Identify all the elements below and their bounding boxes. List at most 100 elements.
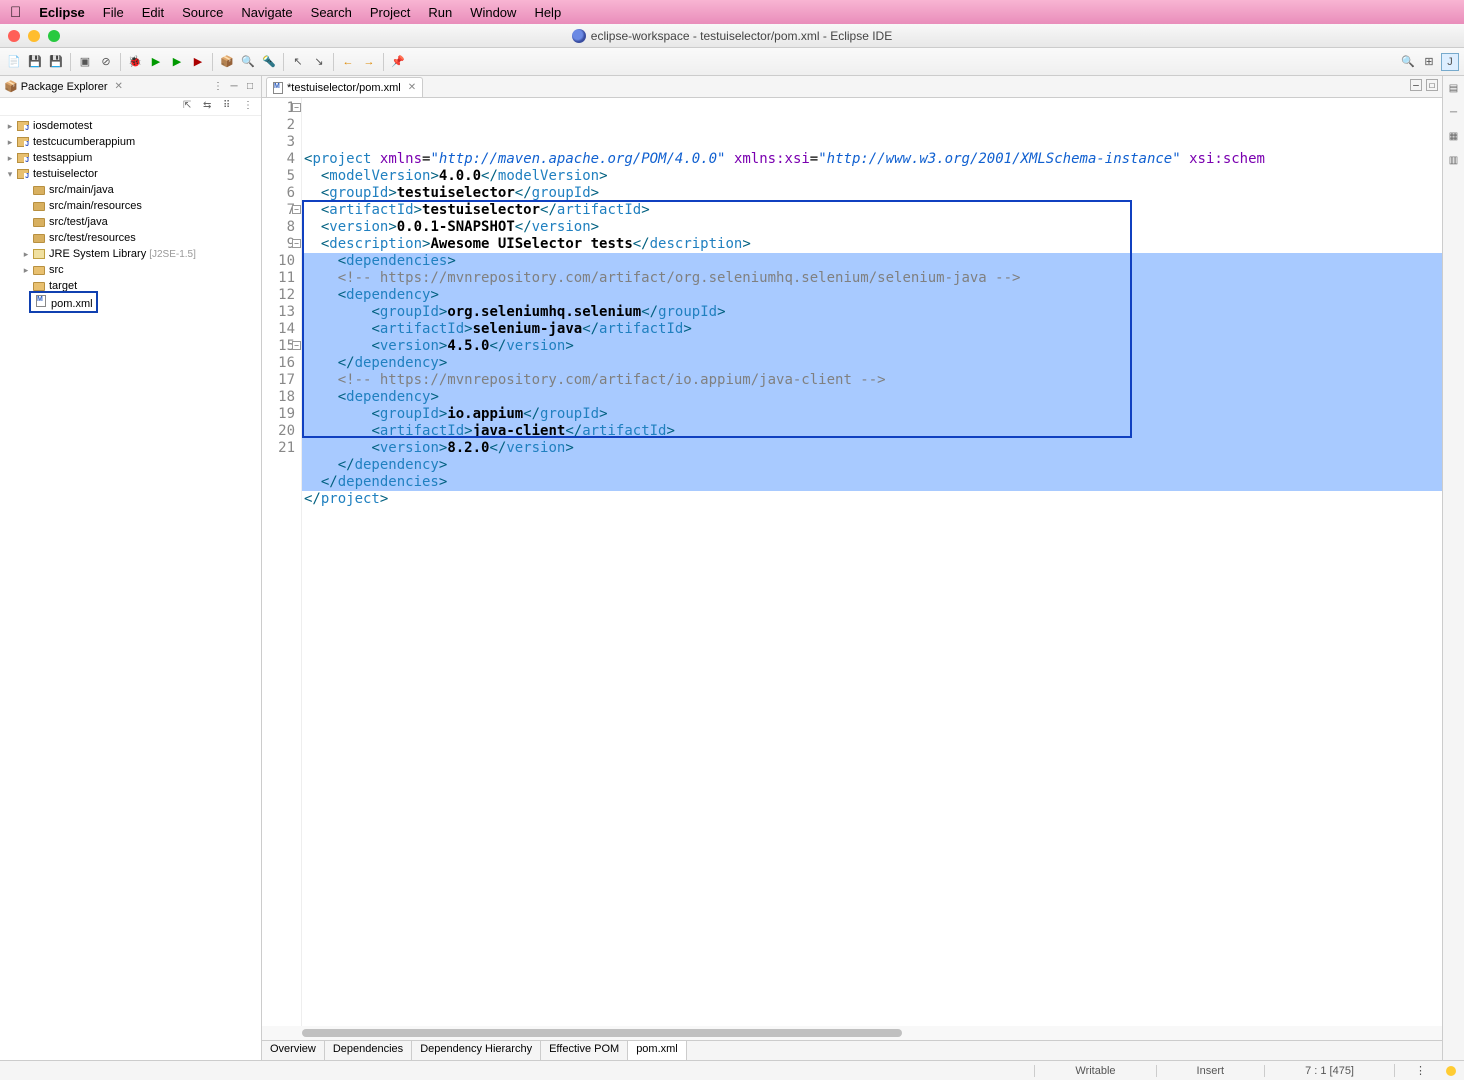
menu-help[interactable]: Help: [534, 5, 561, 20]
bottom-tab[interactable]: pom.xml: [628, 1041, 687, 1060]
save-all-button[interactable]: 💾: [47, 53, 65, 71]
code-line[interactable]: <version>8.2.0</version>: [302, 440, 1442, 457]
java-perspective-button[interactable]: J: [1441, 53, 1459, 71]
skip-breakpoints-button[interactable]: ⊘: [97, 53, 115, 71]
window-maximize-button[interactable]: [48, 30, 60, 42]
project-item[interactable]: ▸testsappium: [0, 150, 261, 166]
bottom-tab[interactable]: Overview: [262, 1041, 325, 1060]
outline-view-icon[interactable]: ▦: [1446, 128, 1462, 144]
code-line[interactable]: <version>4.5.0</version>: [302, 338, 1442, 355]
code-line[interactable]: <dependencies>: [302, 253, 1442, 270]
code-line[interactable]: </dependency>: [302, 355, 1442, 372]
tree-item[interactable]: src/test/resources: [0, 230, 261, 246]
collapse-all-button[interactable]: ⇱: [183, 100, 197, 114]
code-line[interactable]: <artifactId>java-client</artifactId>: [302, 423, 1442, 440]
menu-edit[interactable]: Edit: [142, 5, 164, 20]
code-line[interactable]: <version>0.0.1-SNAPSHOT</version>: [302, 219, 1442, 236]
pin-button[interactable]: 📌: [389, 53, 407, 71]
quick-access-button[interactable]: 🔍: [1399, 53, 1417, 71]
package-explorer-tab[interactable]: 📦 Package Explorer✕: [4, 80, 123, 93]
code-line[interactable]: <!-- https://mvnrepository.com/artifact/…: [302, 372, 1442, 389]
menu-project[interactable]: Project: [370, 5, 410, 20]
forward-button[interactable]: →: [360, 53, 378, 71]
bottom-tab[interactable]: Effective POM: [541, 1041, 628, 1060]
tree-item[interactable]: src/test/java: [0, 214, 261, 230]
task-list-icon[interactable]: ▥: [1446, 152, 1462, 168]
maximize-editor-button[interactable]: □: [1426, 79, 1438, 91]
right-trim-bar: ▤ ─ ▦ ▥: [1442, 76, 1464, 1060]
code-line[interactable]: <!-- https://mvnrepository.com/artifact/…: [302, 270, 1442, 287]
menu-navigate[interactable]: Navigate: [241, 5, 292, 20]
bottom-tab[interactable]: Dependencies: [325, 1041, 412, 1060]
editor-area: *testuiselector/pom.xml ✕ ─ □ 1−234567−8…: [262, 76, 1442, 1060]
editor-tabbar: *testuiselector/pom.xml ✕ ─ □: [262, 76, 1442, 98]
menu-source[interactable]: Source: [182, 5, 223, 20]
minimize-editor-button[interactable]: ─: [1410, 79, 1422, 91]
coverage-button[interactable]: ▶: [168, 53, 186, 71]
window-titlebar: eclipse-workspace - testuiselector/pom.x…: [0, 24, 1464, 48]
outline-trim-icon[interactable]: ▤: [1446, 80, 1462, 96]
minimize-trim-icon[interactable]: ─: [1446, 104, 1462, 120]
window-close-button[interactable]: [8, 30, 20, 42]
code-line[interactable]: <dependency>: [302, 389, 1442, 406]
open-type-button[interactable]: 🔍: [239, 53, 257, 71]
tree-item[interactable]: src/main/java: [0, 182, 261, 198]
code-line[interactable]: </dependencies>: [302, 474, 1442, 491]
code-line[interactable]: <description>Awesome UISelector tests</d…: [302, 236, 1442, 253]
search-button[interactable]: 🔦: [260, 53, 278, 71]
debug-button[interactable]: 🐞: [126, 53, 144, 71]
maximize-view-button[interactable]: □: [243, 80, 257, 94]
close-icon[interactable]: ✕: [115, 81, 123, 92]
horizontal-scrollbar[interactable]: [262, 1026, 1442, 1040]
apple-icon[interactable]: : [10, 4, 21, 21]
annotation-next-button[interactable]: ↘: [310, 53, 328, 71]
xml-editor[interactable]: 1−234567−89−101112131415−161718192021 <p…: [262, 98, 1442, 1026]
tree-item[interactable]: pom.xml: [0, 294, 261, 310]
link-editor-button[interactable]: ⇆: [203, 100, 217, 114]
focus-task-button[interactable]: ⋮: [243, 100, 257, 114]
code-line[interactable]: <dependency>: [302, 287, 1442, 304]
code-line[interactable]: <artifactId>testuiselector</artifactId>: [302, 202, 1442, 219]
menu-file[interactable]: File: [103, 5, 124, 20]
menu-run[interactable]: Run: [428, 5, 452, 20]
line-number-gutter[interactable]: 1−234567−89−101112131415−161718192021: [262, 98, 302, 1026]
tree-item[interactable]: ▸JRE System Library[J2SE-1.5]: [0, 246, 261, 262]
code-content[interactable]: <project xmlns="http://maven.apache.org/…: [302, 98, 1442, 1026]
bottom-tab[interactable]: Dependency Hierarchy: [412, 1041, 541, 1060]
project-item[interactable]: ▸testcucumberappium: [0, 134, 261, 150]
project-item[interactable]: ▾testuiselector: [0, 166, 261, 182]
annotation-prev-button[interactable]: ↖: [289, 53, 307, 71]
status-bar: Writable Insert 7 : 1 [475] ⋮: [0, 1060, 1464, 1080]
code-line[interactable]: <groupId>io.appium</groupId>: [302, 406, 1442, 423]
back-button[interactable]: ←: [339, 53, 357, 71]
code-line[interactable]: </dependency>: [302, 457, 1442, 474]
menu-search[interactable]: Search: [311, 5, 352, 20]
external-tools-button[interactable]: ▶: [189, 53, 207, 71]
close-tab-button[interactable]: ✕: [408, 82, 416, 93]
run-button[interactable]: ▶: [147, 53, 165, 71]
view-menu-button[interactable]: ⋮: [211, 80, 225, 94]
project-tree[interactable]: ▸iosdemotest▸testcucumberappium▸testsapp…: [0, 116, 261, 312]
open-perspective-button[interactable]: ⊞: [1420, 53, 1438, 71]
editor-tab[interactable]: *testuiselector/pom.xml ✕: [266, 77, 423, 97]
save-button[interactable]: 💾: [26, 53, 44, 71]
code-line[interactable]: <groupId>testuiselector</groupId>: [302, 185, 1442, 202]
tree-item[interactable]: src/main/resources: [0, 198, 261, 214]
tip-light-icon[interactable]: [1446, 1066, 1456, 1076]
menu-window[interactable]: Window: [470, 5, 516, 20]
new-button[interactable]: 📄: [5, 53, 23, 71]
code-line[interactable]: <modelVersion>4.0.0</modelVersion>: [302, 168, 1442, 185]
terminal-button[interactable]: ▣: [76, 53, 94, 71]
code-line[interactable]: <groupId>org.seleniumhq.selenium</groupI…: [302, 304, 1442, 321]
new-package-button[interactable]: 📦: [218, 53, 236, 71]
status-writable: Writable: [1034, 1065, 1155, 1077]
tree-item[interactable]: ▸src: [0, 262, 261, 278]
code-line[interactable]: <artifactId>selenium-java</artifactId>: [302, 321, 1442, 338]
code-line[interactable]: <project xmlns="http://maven.apache.org/…: [302, 151, 1442, 168]
project-item[interactable]: ▸iosdemotest: [0, 118, 261, 134]
menu-app[interactable]: Eclipse: [39, 5, 85, 20]
filter-button[interactable]: ⠿: [223, 100, 237, 114]
code-line[interactable]: </project>: [302, 491, 1442, 508]
window-minimize-button[interactable]: [28, 30, 40, 42]
minimize-view-button[interactable]: ─: [227, 80, 241, 94]
